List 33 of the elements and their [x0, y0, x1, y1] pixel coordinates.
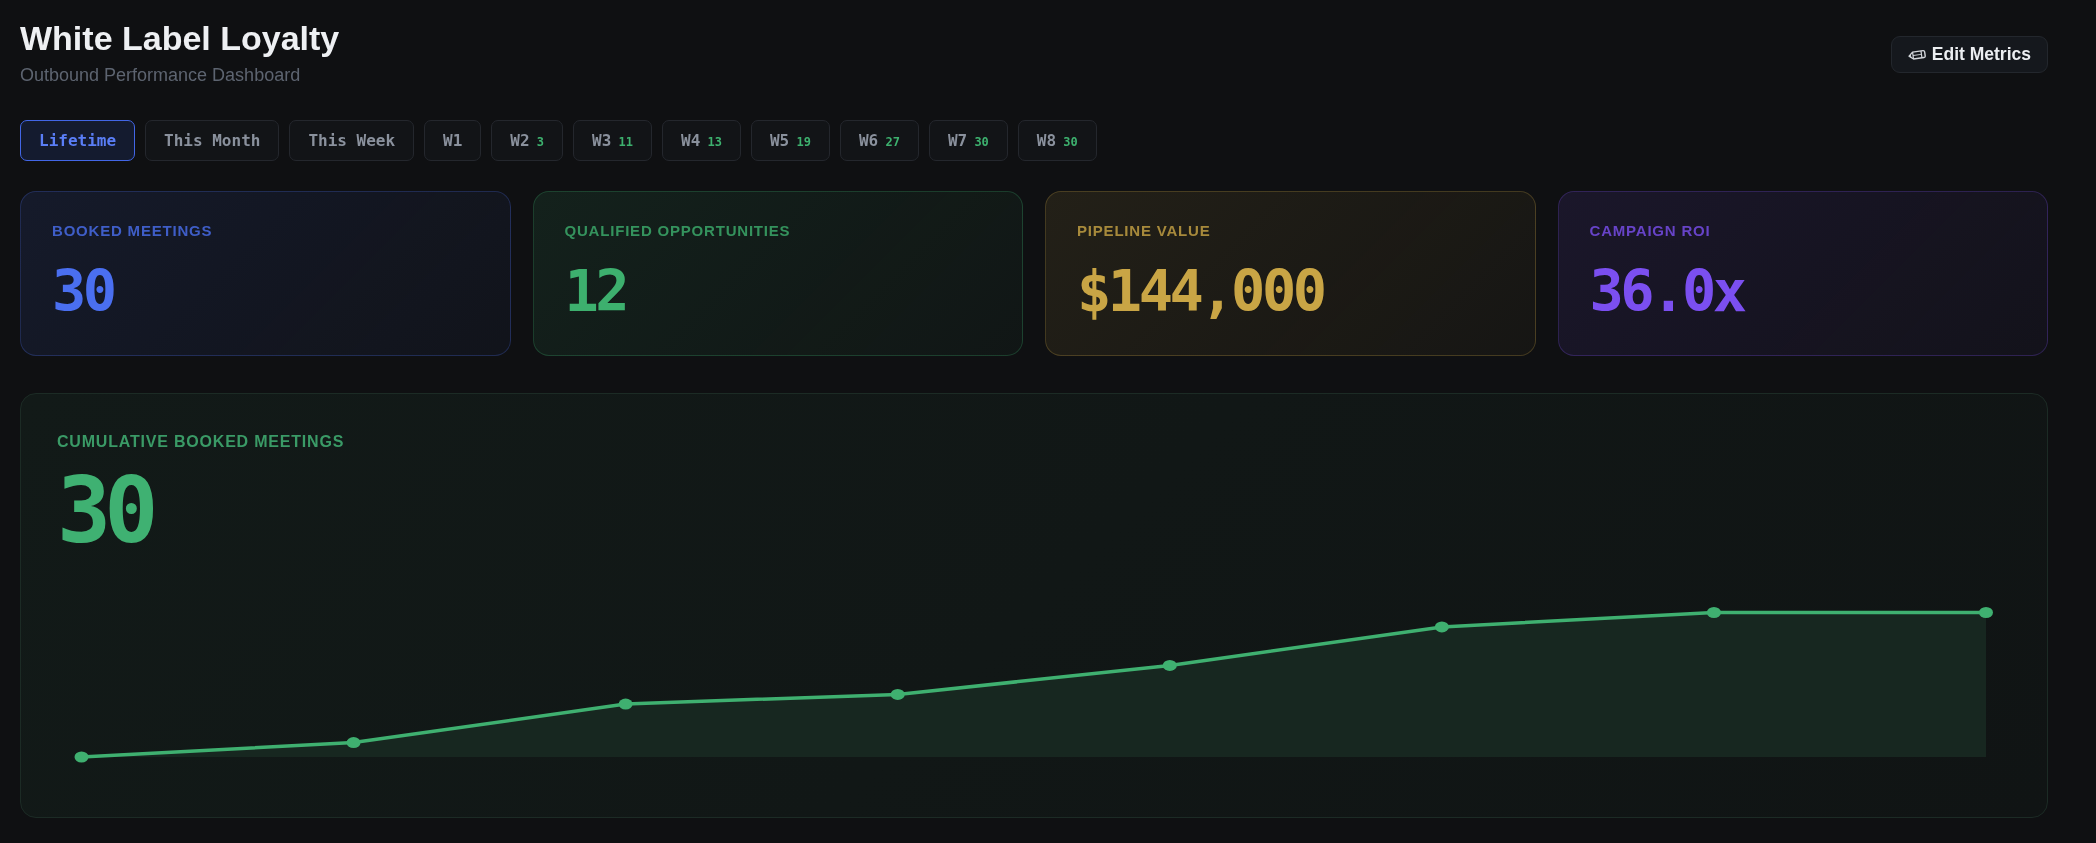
- filter-tab[interactable]: W8 30: [1017, 120, 1097, 161]
- chart-point: [346, 737, 361, 749]
- metric-label: PIPELINE VALUE: [1077, 222, 1212, 240]
- dashboard-subtitle: Outbound Performance Dashboard: [20, 64, 302, 87]
- filter-tab[interactable]: W4 13: [662, 120, 741, 161]
- chart-point: [1434, 621, 1449, 633]
- chart-point: [890, 688, 905, 700]
- chart-point: [1706, 607, 1721, 618]
- edit-metrics-button[interactable]: Edit Metrics: [1890, 36, 2048, 73]
- metric-label: QUALIFIED OPPORTUNITIES: [564, 222, 792, 240]
- pencil-icon: [1907, 48, 1926, 61]
- chart-label: CUMULATIVE BOOKED MEETINGS: [57, 432, 346, 451]
- filter-tab[interactable]: This Month: [145, 120, 280, 161]
- filter-tab[interactable]: This Week: [289, 120, 415, 161]
- metric-value: 30: [52, 262, 115, 320]
- metric-value: $144,000: [1077, 262, 1325, 320]
- chart-point: [618, 698, 633, 710]
- filter-tab[interactable]: W2 3: [491, 120, 564, 161]
- chart-total: 30: [57, 467, 153, 555]
- chart-point: [1979, 607, 1993, 618]
- dashboard-title: White Label Loyalty: [20, 18, 340, 59]
- filter-tab[interactable]: W3 11: [573, 120, 653, 161]
- filter-tab[interactable]: W7 30: [928, 120, 1008, 161]
- metric-label: CAMPAIGN ROI: [1589, 222, 1712, 240]
- metric-label: BOOKED MEETINGS: [52, 222, 214, 240]
- metric-value: 36.0x: [1589, 262, 1746, 320]
- filter-tab[interactable]: W5 19: [751, 120, 830, 161]
- filter-tab[interactable]: W1: [424, 120, 482, 161]
- chart-point: [74, 751, 89, 763]
- filter-tab[interactable]: Lifetime: [20, 120, 136, 161]
- chart-point: [1162, 660, 1177, 671]
- metric-value: 12: [564, 262, 628, 320]
- filter-tab[interactable]: W6 27: [839, 120, 919, 161]
